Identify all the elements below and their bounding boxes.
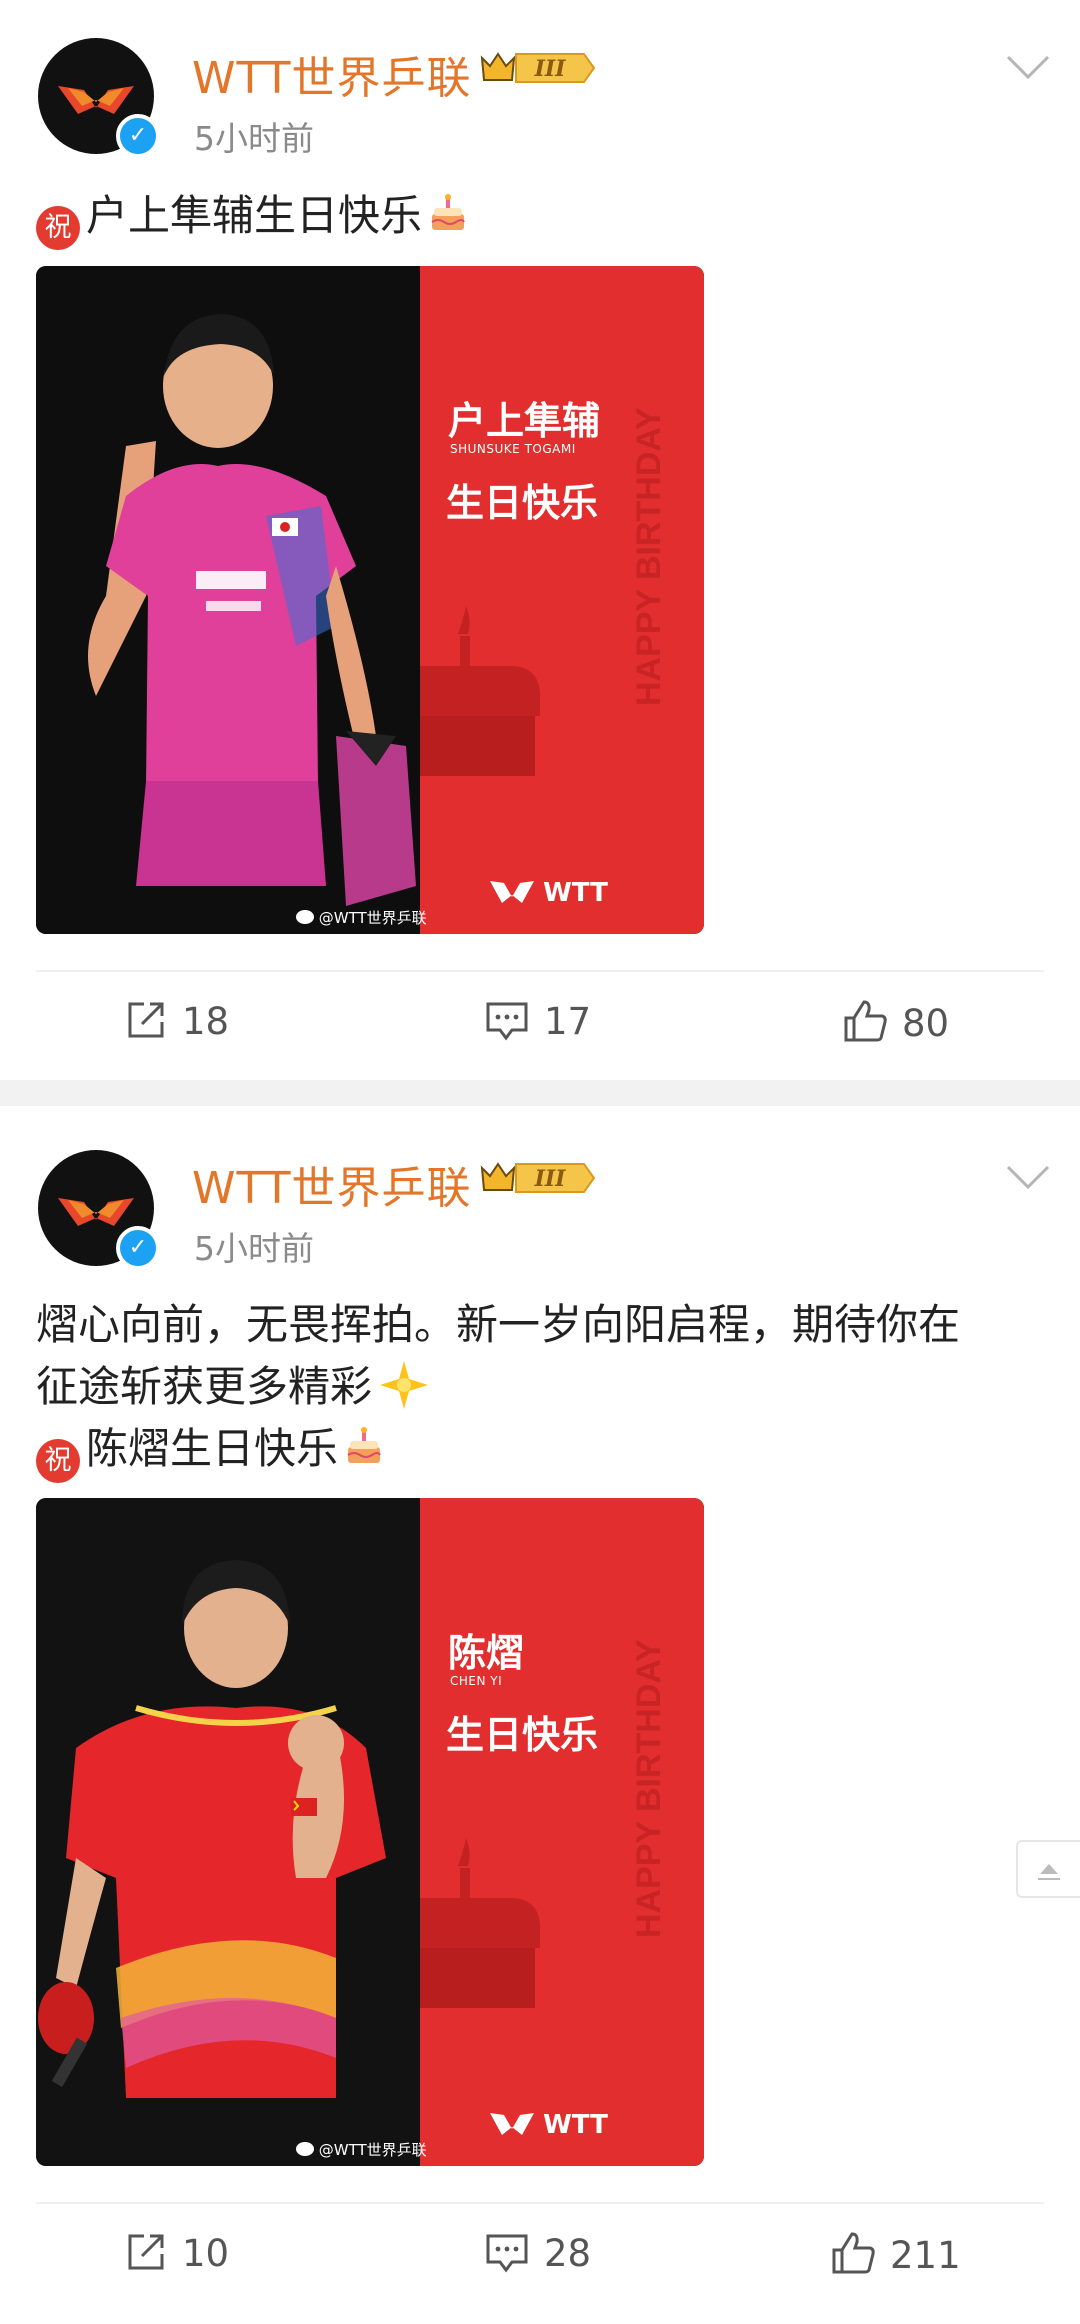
comment-button[interactable]: 28 bbox=[484, 2230, 591, 2275]
greeting-text: 陈熠生日快乐 bbox=[86, 1424, 339, 1473]
like-count: 211 bbox=[890, 2234, 961, 2277]
happy-birthday-watermark: HAPPY BIRTHDAY bbox=[630, 1639, 668, 1938]
vip-crown-badge-icon: III bbox=[480, 52, 596, 83]
share-icon bbox=[128, 2234, 164, 2270]
comment-count: 28 bbox=[544, 2232, 592, 2275]
thumbs-up-icon bbox=[832, 2232, 875, 2274]
cake-emoji-icon bbox=[431, 194, 465, 230]
player-name-en: CHEN YI bbox=[450, 1674, 503, 1688]
post-1: ✓ WTT世界乒联 III 5小时前 祝户上隼辅生日快乐 HAPPY BIRTH… bbox=[0, 0, 1080, 1078]
vip-crown-badge-icon: III bbox=[480, 1162, 596, 1193]
divider bbox=[36, 2202, 1044, 2204]
share-count: 10 bbox=[182, 2232, 230, 2275]
svg-text:HAPPY BIRTHDAY: HAPPY BIRTHDAY bbox=[630, 407, 668, 706]
player-photo bbox=[36, 266, 420, 934]
like-count: 80 bbox=[902, 1002, 950, 1045]
wtt-brand-logo: WTT bbox=[490, 878, 608, 908]
share-button[interactable]: 10 bbox=[124, 2230, 229, 2275]
cake-emoji-icon bbox=[347, 1427, 381, 1463]
wtt-brand-logo: WTT bbox=[490, 2110, 608, 2140]
comment-count: 17 bbox=[544, 1000, 592, 1043]
chevron-down-icon[interactable] bbox=[1005, 1162, 1051, 1192]
post-time: 5小时前 bbox=[194, 1229, 314, 1268]
post-text: 祝户上隼辅生日快乐 bbox=[36, 185, 470, 250]
post-text-line: 征途斩获更多精彩 bbox=[36, 1362, 373, 1411]
like-button[interactable]: 80 bbox=[842, 998, 949, 1045]
image-watermark: @WTT世界乒联 bbox=[296, 907, 427, 928]
happy-birthday-watermark: HAPPY BIRTHDAY bbox=[630, 407, 668, 706]
share-count: 18 bbox=[182, 1000, 230, 1043]
sparkle-star-emoji-icon bbox=[380, 1361, 429, 1409]
congrats-badge-icon: 祝 bbox=[36, 206, 80, 250]
chevron-down-icon[interactable] bbox=[1005, 52, 1051, 82]
post-image[interactable]: HAPPY BIRTHDAY 陈熠 CHEN YI 生日快乐 WTT @WTT世… bbox=[36, 1498, 704, 2166]
post-text-line: 熠心向前，无畏挥拍。新一岁向阳启程，期待你在 bbox=[36, 1300, 961, 1349]
cake-silhouette-icon bbox=[420, 606, 540, 776]
congrats-badge-icon: 祝 bbox=[36, 1439, 80, 1483]
post-time: 5小时前 bbox=[194, 119, 314, 158]
badge-level: III bbox=[534, 56, 567, 82]
comment-icon bbox=[486, 2234, 528, 2273]
post-separator bbox=[0, 1080, 1080, 1106]
author-name[interactable]: WTT世界乒联 bbox=[192, 42, 472, 106]
image-watermark: @WTT世界乒联 bbox=[296, 2139, 427, 2160]
cake-silhouette-icon bbox=[420, 1838, 540, 2008]
verified-icon: ✓ bbox=[116, 1226, 160, 1270]
player-name-en: SHUNSUKE TOGAMI bbox=[450, 442, 576, 456]
player-photo bbox=[36, 1498, 420, 2166]
post-2: ✓ WTT世界乒联 III 5小时前 熠心向前，无畏挥拍。新一岁向阳启程，期待你… bbox=[0, 1106, 1080, 2324]
post-image[interactable]: HAPPY BIRTHDAY 户上隼辅 SHUNSUKE TOGAMI 生日快乐… bbox=[36, 266, 704, 934]
svg-text:HAPPY BIRTHDAY: HAPPY BIRTHDAY bbox=[630, 1639, 668, 1938]
like-button[interactable]: 211 bbox=[830, 2230, 961, 2277]
author-name[interactable]: WTT世界乒联 bbox=[192, 1152, 472, 1216]
player-name-cn: 户上隼辅 bbox=[448, 399, 601, 443]
verified-icon: ✓ bbox=[116, 114, 160, 158]
scroll-to-top-button[interactable] bbox=[1016, 1840, 1080, 1898]
comment-icon bbox=[486, 1002, 528, 1041]
arrow-up-icon bbox=[1038, 1864, 1060, 1880]
birthday-panel: HAPPY BIRTHDAY 户上隼辅 SHUNSUKE TOGAMI 生日快乐… bbox=[420, 266, 704, 934]
post-text: 熠心向前，无畏挥拍。新一岁向阳启程，期待你在 征途斩获更多精彩 祝陈熠生日快乐 bbox=[36, 1294, 960, 1483]
birthday-title: 生日快乐 bbox=[446, 1713, 599, 1757]
badge-level: III bbox=[534, 1166, 567, 1192]
divider bbox=[36, 970, 1044, 972]
greeting-text: 户上隼辅生日快乐 bbox=[86, 191, 423, 240]
share-button[interactable]: 18 bbox=[124, 998, 229, 1043]
birthday-panel: HAPPY BIRTHDAY 陈熠 CHEN YI 生日快乐 WTT bbox=[420, 1498, 704, 2166]
comment-button[interactable]: 17 bbox=[484, 998, 591, 1043]
player-name-cn: 陈熠 bbox=[448, 1631, 525, 1675]
birthday-title: 生日快乐 bbox=[446, 481, 599, 525]
share-icon bbox=[128, 1002, 164, 1038]
thumbs-up-icon bbox=[844, 1000, 887, 1042]
